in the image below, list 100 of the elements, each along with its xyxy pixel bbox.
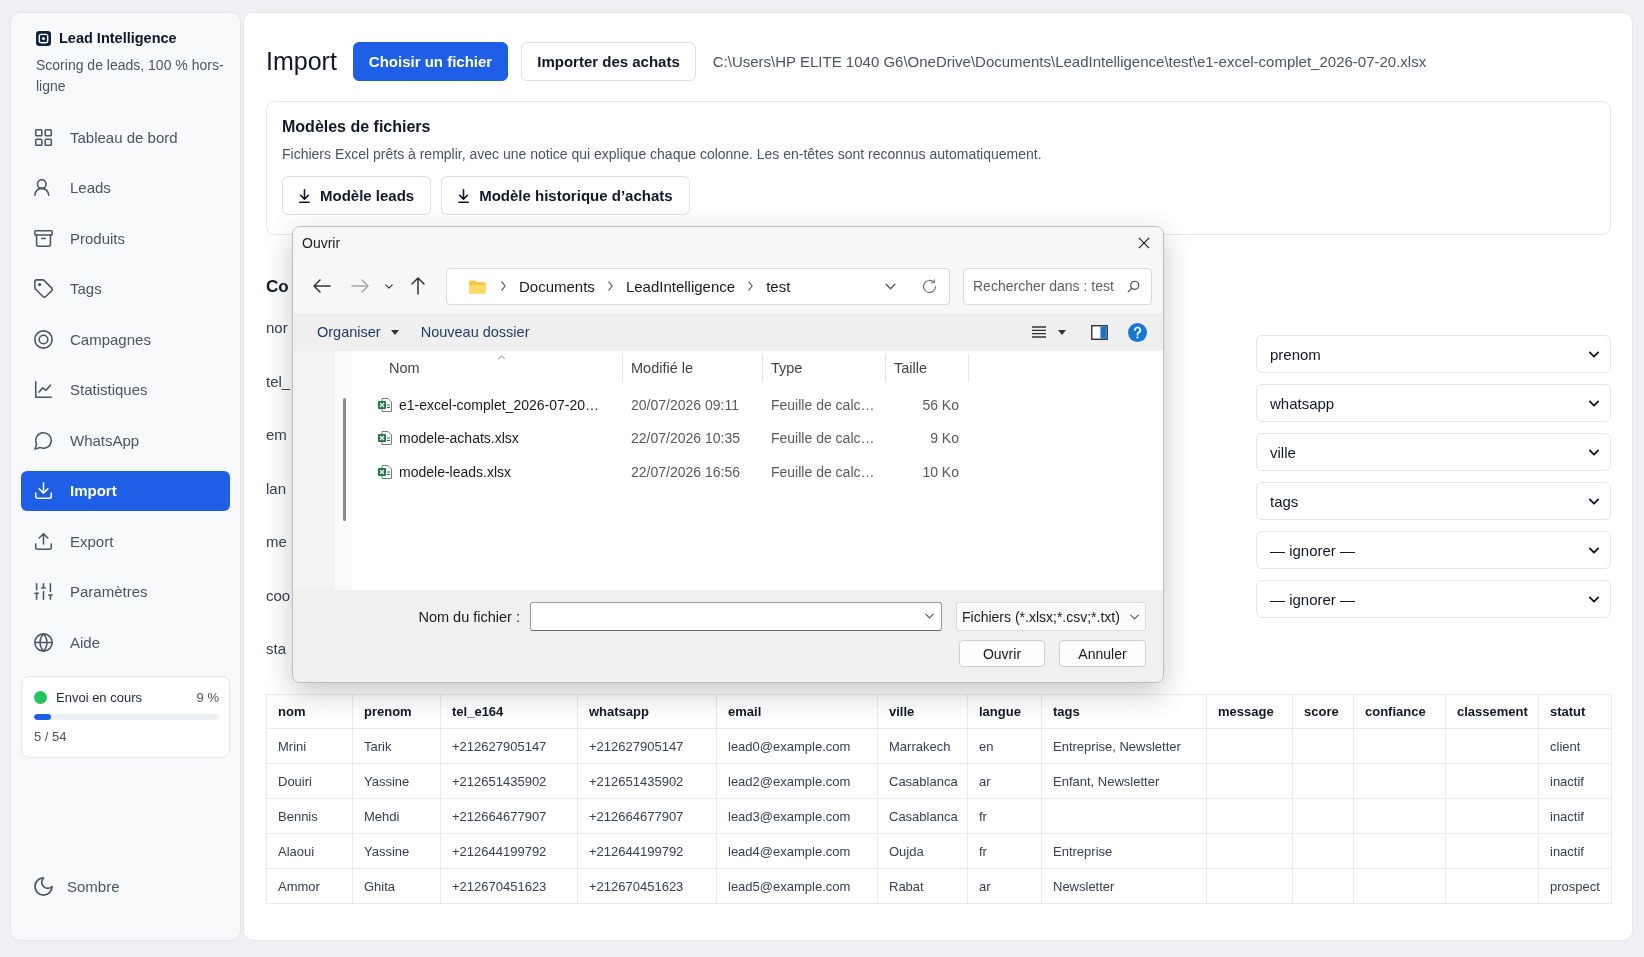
table-cell: Yassine — [364, 843, 410, 859]
nav-item[interactable]: Aide — [21, 622, 230, 662]
open-button[interactable]: Ouvrir — [959, 640, 1045, 667]
table-cell: Enfant, Newsletter — [1053, 773, 1160, 789]
chevron-down-icon[interactable] — [885, 282, 896, 290]
preview-pane-icon[interactable] — [1091, 324, 1108, 340]
download-template-button[interactable]: Modèle leads — [282, 176, 432, 215]
progress-percent: 9 % — [196, 690, 219, 705]
column-header: classement — [1445, 694, 1539, 729]
table-cell: fr — [979, 843, 987, 859]
folder-icon — [468, 278, 487, 294]
column-header[interactable]: Taille — [894, 360, 928, 376]
file-type-select[interactable]: Fichiers (*.xlsx;*.csv;*.txt) — [956, 602, 1146, 631]
address-bar[interactable]: Documents LeadIntelligence test — [446, 267, 950, 305]
source-column-label: lan — [266, 478, 287, 499]
chevron-down-icon — [1130, 613, 1139, 620]
choose-file-button[interactable]: Choisir un fichier — [352, 41, 509, 81]
help-icon[interactable] — [1128, 322, 1147, 342]
filename-field[interactable] — [530, 602, 942, 631]
breadcrumb-item[interactable]: test — [766, 277, 791, 295]
caret-down-icon[interactable] — [1058, 329, 1066, 335]
logo-icon — [36, 30, 51, 46]
nav-item[interactable]: Leads — [21, 167, 230, 208]
archive-icon — [34, 228, 53, 248]
progress-count: 5 / 54 — [34, 729, 68, 744]
column-select[interactable]: whatsapp — [1256, 384, 1611, 422]
table-cell: Entreprise, Newsletter — [1053, 738, 1181, 754]
nav-item[interactable]: Tags — [21, 268, 230, 309]
breadcrumb-item[interactable]: LeadIntelligence — [625, 277, 736, 295]
table-cell: lead4@example.com — [728, 843, 851, 859]
sliders-icon — [34, 582, 53, 601]
table-cell: +212670451623 — [589, 878, 684, 894]
table-cell: Newsletter — [1053, 878, 1115, 894]
import-button[interactable]: Importer des achats — [521, 41, 696, 81]
file-name[interactable]: modele-leads.xlsx — [399, 463, 512, 480]
column-header[interactable]: Nom — [389, 360, 420, 376]
nav-item[interactable]: WhatsApp — [21, 420, 230, 460]
table-cell: lead2@example.com — [728, 773, 851, 789]
page-title: Import — [266, 46, 337, 76]
up-arrow-icon[interactable] — [411, 277, 425, 295]
table-cell: en — [979, 738, 994, 754]
caret-down-icon — [390, 329, 399, 335]
column-header: nom — [266, 694, 353, 729]
close-icon[interactable] — [1138, 237, 1150, 249]
search-field[interactable]: Rechercher dans : test — [963, 267, 1152, 305]
column-header[interactable]: Modifié le — [631, 360, 694, 376]
breadcrumb-item[interactable]: Documents — [519, 277, 595, 295]
search-icon — [1127, 279, 1140, 293]
scrollbar-thumb[interactable] — [342, 398, 346, 521]
table-cell: Mehdi — [364, 808, 400, 824]
column-select[interactable]: — ignorer — — [1256, 531, 1611, 569]
nav-item[interactable]: Paramètres — [21, 571, 230, 612]
filename-label: Nom du fichier : — [418, 608, 520, 625]
column-header: tags — [1041, 694, 1207, 729]
nav-item[interactable]: Import — [21, 470, 230, 511]
file-path: C:\Users\HP ELITE 1040 G6\OneDrive\Documents\LeadIntelligence\test\e1-excel-complet_2026-07-20.xlsx — [712, 52, 1427, 70]
nav-item[interactable]: Statistiques — [21, 369, 230, 410]
table-cell: Mrini — [278, 738, 307, 754]
source-column-label: em — [266, 425, 287, 445]
download-template-button[interactable]: Modèle historique d’achats — [441, 176, 690, 215]
source-column-label: me — [266, 532, 287, 552]
table-cell: Entreprise — [1053, 843, 1113, 859]
chevron-down-icon[interactable] — [385, 283, 393, 289]
table-cell: lead5@example.com — [728, 878, 851, 894]
table-cell: +212664677907 — [452, 808, 547, 824]
cancel-button[interactable]: Annuler — [1059, 640, 1146, 667]
target-icon — [34, 329, 53, 349]
organize-menu-button[interactable]: Organiser — [307, 324, 409, 340]
nav-item[interactable]: Produits — [21, 218, 230, 258]
table-cell: client — [1550, 738, 1581, 754]
column-select[interactable]: tags — [1256, 482, 1611, 520]
column-select[interactable]: — ignorer — — [1256, 580, 1611, 618]
status-dot-icon — [34, 691, 47, 704]
table-cell: +212627905147 — [452, 738, 547, 754]
theme-toggle[interactable]: Sombre — [21, 866, 230, 906]
table-cell: Ammor — [278, 878, 320, 894]
table-cell: ar — [979, 878, 991, 894]
column-header: confiance — [1353, 694, 1446, 729]
refresh-icon[interactable] — [922, 278, 937, 294]
column-select[interactable]: ville — [1256, 433, 1611, 471]
nav-item[interactable]: Tableau de bord — [21, 117, 230, 157]
table-cell: Oujda — [889, 843, 924, 859]
file-name[interactable]: e1-excel-complet_2026-07-20… — [399, 396, 599, 413]
table-cell: Ghita — [364, 878, 396, 894]
table-cell: prospect — [1550, 878, 1600, 894]
table-cell: lead3@example.com — [728, 808, 851, 824]
back-arrow-icon[interactable] — [313, 279, 331, 293]
column-header[interactable]: Type — [771, 360, 803, 376]
table-cell: inactif — [1550, 773, 1584, 789]
column-header: statut — [1538, 694, 1612, 729]
list-view-icon[interactable] — [1032, 326, 1046, 338]
spreadsheet-file-icon — [377, 396, 393, 413]
nav-item[interactable]: Campagnes — [21, 319, 230, 359]
nav-item[interactable]: Export — [21, 521, 230, 561]
column-select[interactable]: prenom — [1256, 335, 1611, 373]
table-cell: lead0@example.com — [728, 738, 851, 754]
column-header: ville — [877, 694, 968, 729]
file-name[interactable]: modele-achats.xlsx — [399, 430, 519, 447]
new-folder-button[interactable]: Nouveau dossier — [410, 324, 540, 340]
file-size: 9 Ko — [930, 430, 959, 447]
